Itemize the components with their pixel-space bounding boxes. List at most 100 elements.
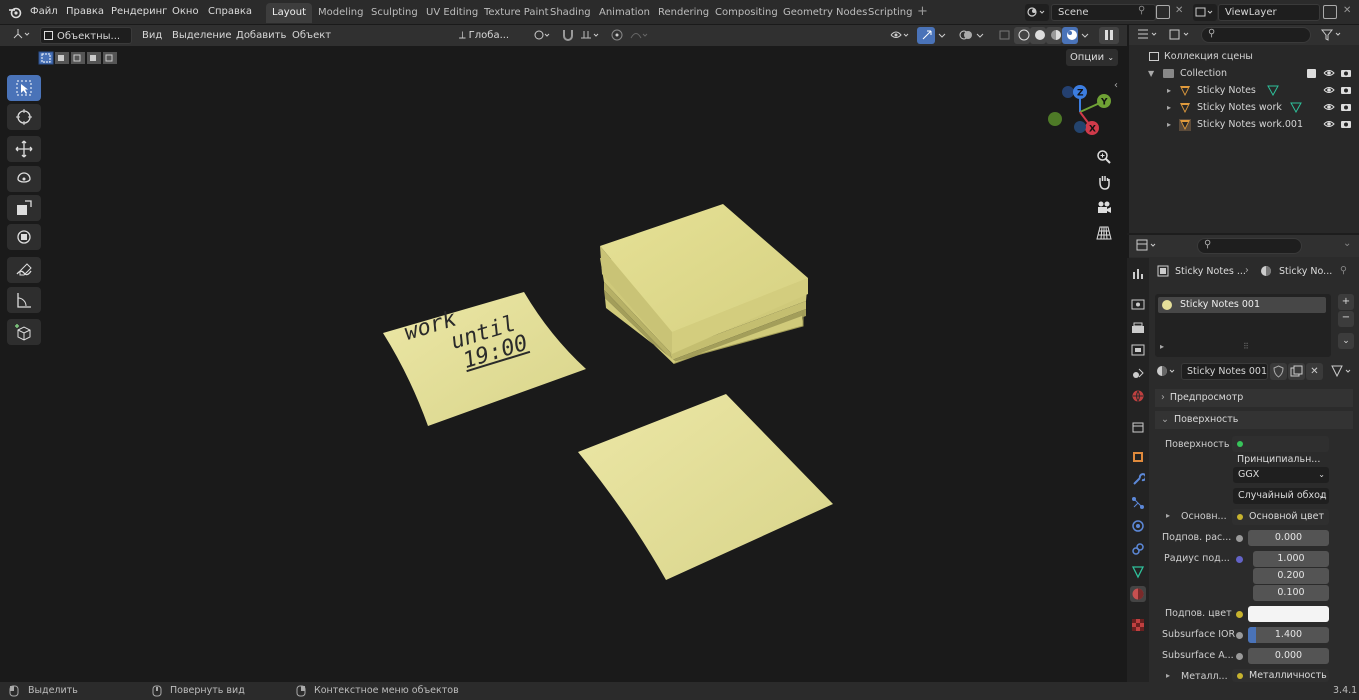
tab-animation[interactable]: Animation	[593, 3, 656, 23]
material-name-field[interactable]: Sticky Notes 001	[1181, 363, 1268, 380]
menu-add[interactable]: Добавить	[233, 27, 289, 44]
proportional-falloff-icon[interactable]	[626, 27, 648, 44]
options-chevron-icon[interactable]: ⌄	[1343, 238, 1351, 249]
tab-scripting[interactable]: Scripting	[862, 3, 918, 23]
sticky-note-stack[interactable]	[600, 204, 808, 364]
outliner-editor-icon[interactable]	[1135, 27, 1161, 43]
shading-wireframe-icon[interactable]	[1014, 27, 1030, 44]
properties-search-input[interactable]: ⚲	[1197, 238, 1302, 254]
display-mode-icon[interactable]	[1167, 27, 1193, 43]
scene-collection-row[interactable]: Коллекция сцены	[1129, 48, 1359, 65]
fake-user-shield-icon[interactable]	[1270, 363, 1287, 380]
vector-socket-icon[interactable]	[1236, 556, 1243, 563]
radius-z-field[interactable]: 0.100	[1253, 585, 1329, 601]
outliner-item-sticky-notes-work-001[interactable]: ▸ Sticky Notes work.001	[1129, 116, 1359, 133]
outliner-item-sticky-notes-work[interactable]: ▸ Sticky Notes work	[1129, 99, 1359, 116]
menu-render[interactable]: Рендеринг	[111, 6, 167, 17]
material-slot-list[interactable]: Sticky Notes 001 ▸ ⠿	[1155, 294, 1331, 357]
new-viewlayer-icon[interactable]	[1323, 5, 1337, 19]
world-tab-icon[interactable]	[1130, 388, 1146, 404]
float-socket-icon[interactable]	[1236, 535, 1243, 542]
expand-chevron-icon[interactable]: ▸	[1167, 82, 1171, 99]
gizmo-dropdown-icon[interactable]	[935, 27, 946, 44]
shading-rendered-icon[interactable]	[1062, 27, 1078, 44]
menu-window[interactable]: Окно	[172, 6, 199, 17]
anisotropy-field[interactable]: 0.000	[1248, 648, 1329, 664]
expand-chevron-icon[interactable]: ▼	[1148, 65, 1154, 82]
tab-modeling[interactable]: Modeling	[312, 3, 370, 23]
link-type-icon[interactable]	[1330, 363, 1356, 380]
render-tab-icon[interactable]	[1130, 296, 1146, 312]
menu-select[interactable]: Выделение	[169, 27, 235, 44]
material-slot-item[interactable]: Sticky Notes 001	[1158, 297, 1326, 313]
filter-icon[interactable]	[1319, 27, 1345, 43]
mode-dropdown[interactable]: Объектны...	[40, 27, 132, 44]
surface-shader-dropdown[interactable]: Принципиальн...	[1232, 436, 1329, 465]
3d-viewport[interactable]: Опции ⌄ Z Y X ‹ work until 19:00	[0, 46, 1127, 682]
expand-chevron-icon[interactable]: ▸	[1166, 671, 1170, 680]
breadcrumb-material[interactable]: Sticky No...	[1279, 266, 1332, 277]
duplicate-material-icon[interactable]	[1288, 363, 1305, 380]
expand-chevron-icon[interactable]: ▸	[1167, 116, 1171, 133]
constraints-tab-icon[interactable]	[1130, 541, 1146, 557]
eye-icon[interactable]	[1323, 116, 1335, 139]
tool-tab-icon[interactable]	[1130, 266, 1146, 282]
pin-icon[interactable]: ⚲	[1138, 5, 1145, 16]
transform-orientation-dropdown[interactable]: ⟂ Глоба...	[456, 27, 522, 44]
distribution-dropdown[interactable]: GGX ⌄	[1233, 467, 1329, 483]
snap-target-icon[interactable]	[576, 27, 602, 44]
base-color-link[interactable]: Основной цвет	[1232, 509, 1329, 525]
expand-chevron-icon[interactable]: ▸	[1167, 99, 1171, 116]
new-scene-icon[interactable]	[1156, 5, 1170, 19]
tab-shading[interactable]: Shading	[544, 3, 597, 23]
proportional-edit-icon[interactable]	[607, 27, 623, 44]
surface-panel-header[interactable]: ⌄ Поверхность	[1155, 411, 1353, 429]
outliner-search-input[interactable]: ⚲	[1201, 27, 1311, 43]
viewlayer-name-field[interactable]: ViewLayer	[1218, 4, 1320, 21]
properties-editor-icon[interactable]	[1135, 238, 1161, 254]
radius-y-field[interactable]: 0.200	[1253, 568, 1329, 584]
float-socket-icon[interactable]	[1236, 632, 1243, 639]
sticky-note-blank[interactable]	[578, 394, 833, 580]
menu-view[interactable]: Вид	[139, 27, 165, 44]
snap-icon[interactable]	[558, 27, 574, 44]
menu-edit[interactable]: Правка	[66, 6, 104, 17]
ior-field[interactable]: 1.400	[1248, 627, 1329, 643]
delete-scene-icon[interactable]: ✕	[1175, 5, 1183, 16]
exclude-checkbox[interactable]	[1307, 69, 1316, 78]
tab-rendering[interactable]: Rendering	[652, 3, 715, 23]
shading-solid-icon[interactable]	[1030, 27, 1046, 44]
camera-icon[interactable]	[1340, 116, 1352, 139]
tab-compositing[interactable]: Compositing	[709, 3, 784, 23]
color-socket-icon[interactable]	[1236, 611, 1243, 618]
overlays-icon[interactable]	[955, 27, 973, 44]
particles-tab-icon[interactable]	[1130, 495, 1146, 511]
xray-icon[interactable]	[994, 27, 1012, 44]
gizmo-toggle-icon[interactable]	[917, 27, 935, 44]
expand-chevron-icon[interactable]: ▸	[1160, 342, 1164, 351]
visibility-icon[interactable]	[886, 27, 912, 44]
texture-tab-icon[interactable]	[1130, 617, 1146, 633]
metallic-link[interactable]: Металличность	[1232, 669, 1329, 682]
browse-material-icon[interactable]	[1155, 363, 1181, 380]
unlink-material-icon[interactable]: ✕	[1306, 363, 1323, 380]
add-workspace-icon[interactable]: +	[917, 4, 928, 19]
add-slot-button[interactable]: +	[1338, 294, 1354, 310]
overlays-dropdown-icon[interactable]	[973, 27, 984, 44]
tab-sculpting[interactable]: Sculpting	[365, 3, 424, 23]
menu-help[interactable]: Справка	[208, 6, 252, 17]
radius-x-field[interactable]: 1.000	[1253, 551, 1329, 567]
tab-layout[interactable]: Layout	[266, 3, 312, 23]
view-layer-tab-icon[interactable]	[1130, 342, 1146, 358]
viewlayer-selector-icon[interactable]	[1193, 4, 1217, 21]
data-tab-icon[interactable]	[1130, 564, 1146, 580]
menu-file[interactable]: Файл	[30, 6, 58, 17]
menu-object[interactable]: Объект	[289, 27, 334, 44]
tab-geometry-nodes[interactable]: Geometry Nodes	[777, 3, 873, 23]
preview-panel-header[interactable]: › Предпросмотр	[1155, 389, 1353, 407]
material-tab-icon[interactable]	[1130, 586, 1146, 602]
collection-row[interactable]: ▼ Collection	[1129, 65, 1359, 82]
float-socket-icon[interactable]	[1236, 653, 1243, 660]
object-tab-icon[interactable]	[1130, 449, 1146, 465]
breadcrumb-object[interactable]: Sticky Notes ...	[1175, 266, 1246, 277]
